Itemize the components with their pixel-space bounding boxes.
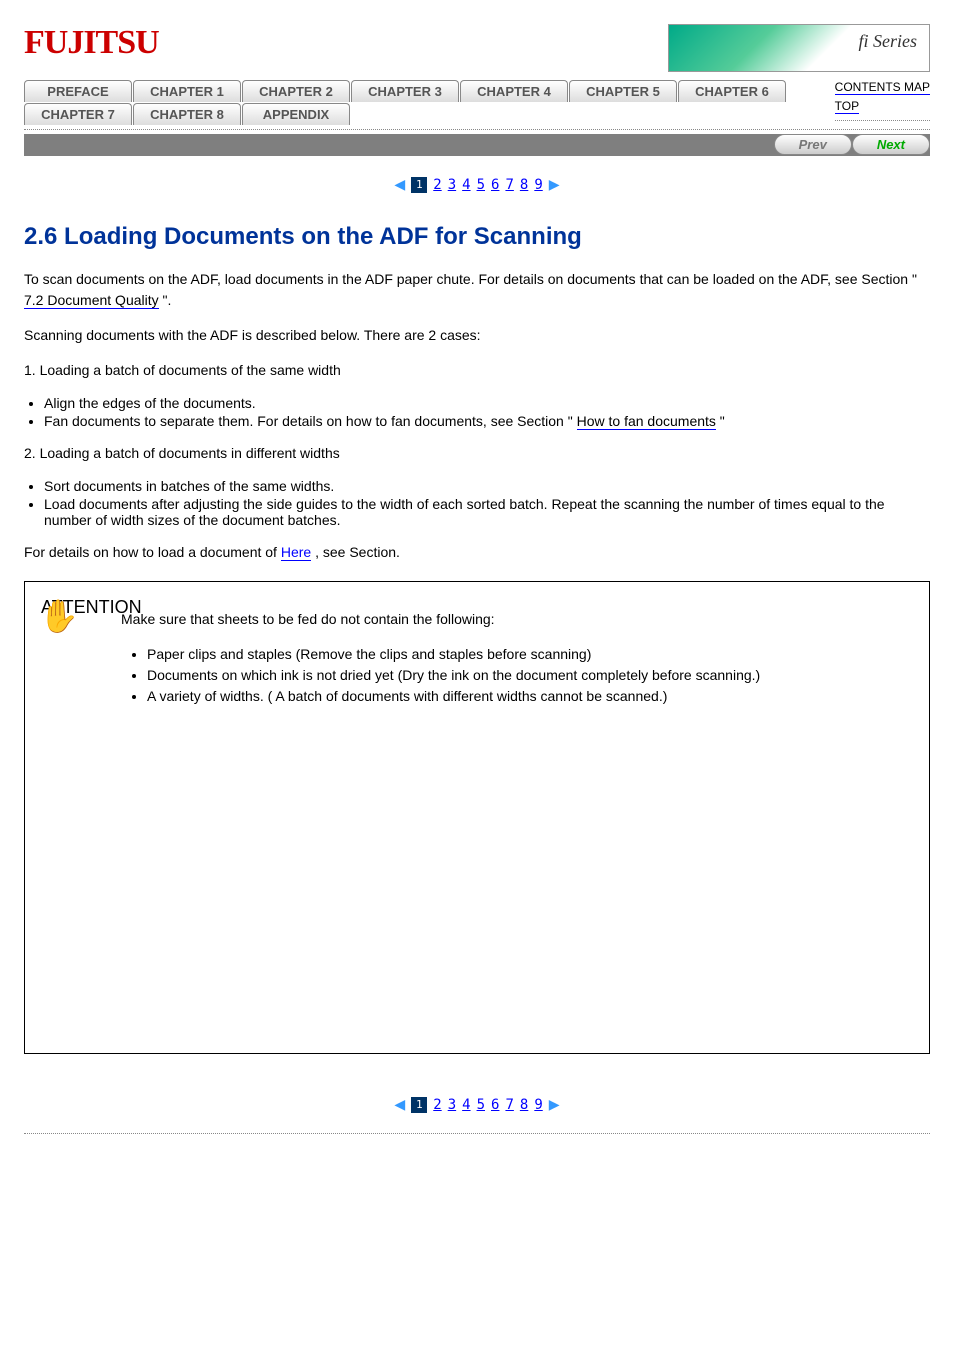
pager-page[interactable]: 9 bbox=[534, 177, 542, 193]
pager-page[interactable]: 9 bbox=[534, 1097, 542, 1113]
right-links: CONTENTS MAP TOP bbox=[835, 78, 930, 125]
pager-page[interactable]: 5 bbox=[477, 177, 485, 193]
tab-chapter-3[interactable]: CHAPTER 3 bbox=[351, 80, 459, 102]
tab-chapter-2[interactable]: CHAPTER 2 bbox=[242, 80, 350, 102]
attention-icon: ✋ bbox=[39, 592, 79, 640]
tab-chapter-4[interactable]: CHAPTER 4 bbox=[460, 80, 568, 102]
pager-current: 1 bbox=[411, 1097, 427, 1113]
link-section-7-2[interactable]: 7.2 Document Quality bbox=[24, 292, 159, 309]
series-banner: fi Series bbox=[668, 24, 930, 72]
pager-page[interactable]: 7 bbox=[505, 1097, 513, 1113]
prev-button[interactable]: Prev bbox=[774, 134, 852, 155]
pager-page[interactable]: 8 bbox=[520, 177, 528, 193]
pager-prev-icon[interactable]: ◀ bbox=[394, 174, 405, 195]
logo: FUJITSU bbox=[24, 24, 159, 62]
pager-page[interactable]: 4 bbox=[462, 1097, 470, 1113]
body-text: To scan documents on the ADF, load docum… bbox=[24, 269, 930, 563]
chapter-tabs: PREFACE CHAPTER 1 CHAPTER 2 CHAPTER 3 CH… bbox=[24, 80, 815, 125]
pager-page[interactable]: 6 bbox=[491, 1097, 499, 1113]
pager-top: ◀ 1 2 3 4 5 6 7 8 9 ▶ bbox=[24, 174, 930, 195]
title-bar: Prev Next bbox=[24, 134, 930, 156]
pager-prev-icon[interactable]: ◀ bbox=[394, 1094, 405, 1115]
tab-appendix[interactable]: APPENDIX bbox=[242, 103, 350, 125]
attention-box: ✋ ATTENTION Make sure that sheets to be … bbox=[24, 581, 930, 1054]
link-top[interactable]: TOP bbox=[835, 99, 859, 114]
tab-preface[interactable]: PREFACE bbox=[24, 80, 132, 102]
pager-page[interactable]: 3 bbox=[448, 1097, 456, 1113]
link-how-to-fan[interactable]: How to fan documents bbox=[577, 413, 716, 430]
pager-page[interactable]: 3 bbox=[448, 177, 456, 193]
pager-page[interactable]: 8 bbox=[520, 1097, 528, 1113]
pager-page[interactable]: 5 bbox=[477, 1097, 485, 1113]
pager-page[interactable]: 4 bbox=[462, 177, 470, 193]
link-contents-map[interactable]: CONTENTS MAP bbox=[835, 80, 930, 95]
link-here[interactable]: Here bbox=[281, 544, 311, 561]
pager-page[interactable]: 7 bbox=[505, 177, 513, 193]
tab-chapter-5[interactable]: CHAPTER 5 bbox=[569, 80, 677, 102]
tab-chapter-8[interactable]: CHAPTER 8 bbox=[133, 103, 241, 125]
pager-current: 1 bbox=[411, 177, 427, 193]
tab-chapter-6[interactable]: CHAPTER 6 bbox=[678, 80, 786, 102]
page-title: 2.6 Loading Documents on the ADF for Sca… bbox=[24, 223, 930, 251]
pager-page[interactable]: 2 bbox=[433, 177, 441, 193]
pager-next-icon[interactable]: ▶ bbox=[549, 174, 560, 195]
pager-page[interactable]: 6 bbox=[491, 177, 499, 193]
pager-page[interactable]: 2 bbox=[433, 1097, 441, 1113]
pager-bottom: ◀ 1 2 3 4 5 6 7 8 9 ▶ bbox=[24, 1094, 930, 1115]
pager-next-icon[interactable]: ▶ bbox=[549, 1094, 560, 1115]
tab-chapter-1[interactable]: CHAPTER 1 bbox=[133, 80, 241, 102]
next-button[interactable]: Next bbox=[852, 134, 930, 155]
tab-chapter-7[interactable]: CHAPTER 7 bbox=[24, 103, 132, 125]
